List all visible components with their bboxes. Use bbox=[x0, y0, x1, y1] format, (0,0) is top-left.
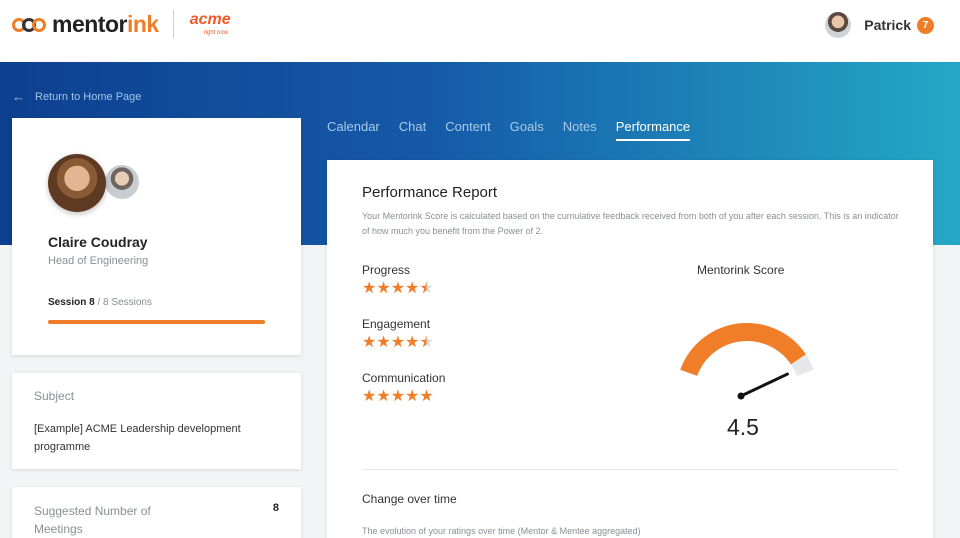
tab-goals[interactable]: Goals bbox=[510, 119, 544, 141]
star-icon: ★ bbox=[419, 280, 434, 297]
tab-performance[interactable]: Performance bbox=[615, 119, 691, 141]
star-icon: ★ bbox=[390, 334, 406, 351]
metric-label: Progress bbox=[362, 263, 411, 277]
gauge-fill bbox=[680, 323, 806, 377]
star-icon: ★ bbox=[390, 388, 406, 405]
metric-label: Engagement bbox=[362, 317, 431, 331]
star-icon: ★ bbox=[405, 280, 420, 297]
mentorink-logo-icon bbox=[12, 11, 48, 37]
return-home-link[interactable]: ← Return to Home Page bbox=[12, 89, 141, 104]
mentee-avatar bbox=[48, 154, 106, 212]
section-tabs: Calendar Chat Content Goals Notes Perfor… bbox=[327, 119, 709, 141]
partner-tagline: right now bbox=[203, 30, 229, 36]
star-icon: ★ bbox=[376, 280, 391, 297]
user-menu[interactable]: Patrick 7 bbox=[825, 12, 934, 38]
score-gauge bbox=[680, 323, 814, 400]
meetings-card: Suggested Number of Meetings 8 bbox=[12, 487, 301, 538]
mentor-profile-card: Claire Coudray Head of Engineering Sessi… bbox=[12, 118, 301, 355]
star-rating: ★★★★★ bbox=[362, 388, 445, 406]
score-value: 4.5 bbox=[727, 414, 759, 440]
report-title: Performance Report bbox=[362, 184, 498, 201]
star-icon: ★ bbox=[419, 334, 434, 351]
gauge-hub bbox=[737, 392, 745, 400]
metric-label: Communication bbox=[362, 371, 446, 385]
meetings-value: 8 bbox=[272, 502, 279, 514]
notification-badge[interactable]: 7 bbox=[917, 16, 934, 34]
star-icon: ★ bbox=[419, 388, 434, 405]
report-description: Your Mentorink Score is calculated based… bbox=[362, 211, 899, 236]
user-name[interactable]: Patrick bbox=[864, 17, 911, 33]
star-icon: ★ bbox=[362, 280, 377, 297]
brand-divider bbox=[172, 10, 174, 38]
star-icon: ★ bbox=[390, 280, 406, 297]
tab-notes[interactable]: Notes bbox=[563, 119, 597, 141]
profile-role: Head of Engineering bbox=[48, 255, 149, 267]
arrow-left-icon: ← bbox=[12, 89, 25, 104]
metric-engagement: Engagement ★★★★★ bbox=[362, 317, 434, 352]
star-rating: ★★★★★ bbox=[362, 334, 434, 352]
performance-report-card: Performance Report Your Mentorink Score … bbox=[327, 160, 933, 538]
brand-wordmark: mentorink bbox=[52, 10, 159, 37]
tab-chat[interactable]: Chat bbox=[399, 119, 426, 141]
metric-communication: Communication ★★★★★ bbox=[362, 371, 445, 406]
star-icon: ★ bbox=[376, 334, 391, 351]
top-bar: mentorink acme right now Patrick 7 bbox=[0, 0, 960, 62]
metric-progress: Progress ★★★★★ bbox=[362, 263, 434, 298]
session-progress-bar bbox=[48, 320, 265, 324]
subject-value: [Example] ACME Leadership development pr… bbox=[34, 423, 241, 453]
profile-name: Claire Coudray bbox=[48, 234, 148, 250]
partner-logo: acme right now bbox=[189, 11, 231, 37]
partner-name: acme bbox=[189, 11, 231, 28]
star-rating: ★★★★★ bbox=[362, 280, 434, 298]
subject-card: Subject [Example] ACME Leadership develo… bbox=[12, 373, 301, 469]
subject-label: Subject bbox=[34, 389, 75, 403]
session-total: / 8 Sessions bbox=[97, 297, 152, 308]
change-over-time-description: The evolution of your ratings over time … bbox=[362, 526, 641, 536]
brand-logo[interactable]: mentorink acme right now bbox=[12, 10, 231, 38]
star-icon: ★ bbox=[362, 334, 377, 351]
star-icon: ★ bbox=[405, 334, 420, 351]
star-icon: ★ bbox=[362, 388, 377, 405]
user-avatar[interactable] bbox=[825, 12, 852, 38]
session-count: Session 8 / 8 Sessions bbox=[48, 297, 152, 308]
meetings-label: Suggested Number of Meetings bbox=[34, 504, 151, 536]
section-divider bbox=[362, 469, 898, 470]
session-current: Session 8 bbox=[48, 297, 95, 308]
star-icon: ★ bbox=[376, 388, 391, 405]
change-over-time-title: Change over time bbox=[362, 492, 457, 506]
star-icon: ★ bbox=[405, 388, 420, 405]
return-home-label: Return to Home Page bbox=[35, 90, 142, 103]
mentor-avatar-secondary bbox=[103, 163, 141, 201]
session-progress-fill bbox=[48, 320, 265, 324]
tab-content[interactable]: Content bbox=[445, 119, 491, 141]
score-label: Mentorink Score bbox=[697, 263, 785, 277]
gauge-needle bbox=[739, 372, 789, 398]
tab-calendar[interactable]: Calendar bbox=[327, 119, 380, 141]
